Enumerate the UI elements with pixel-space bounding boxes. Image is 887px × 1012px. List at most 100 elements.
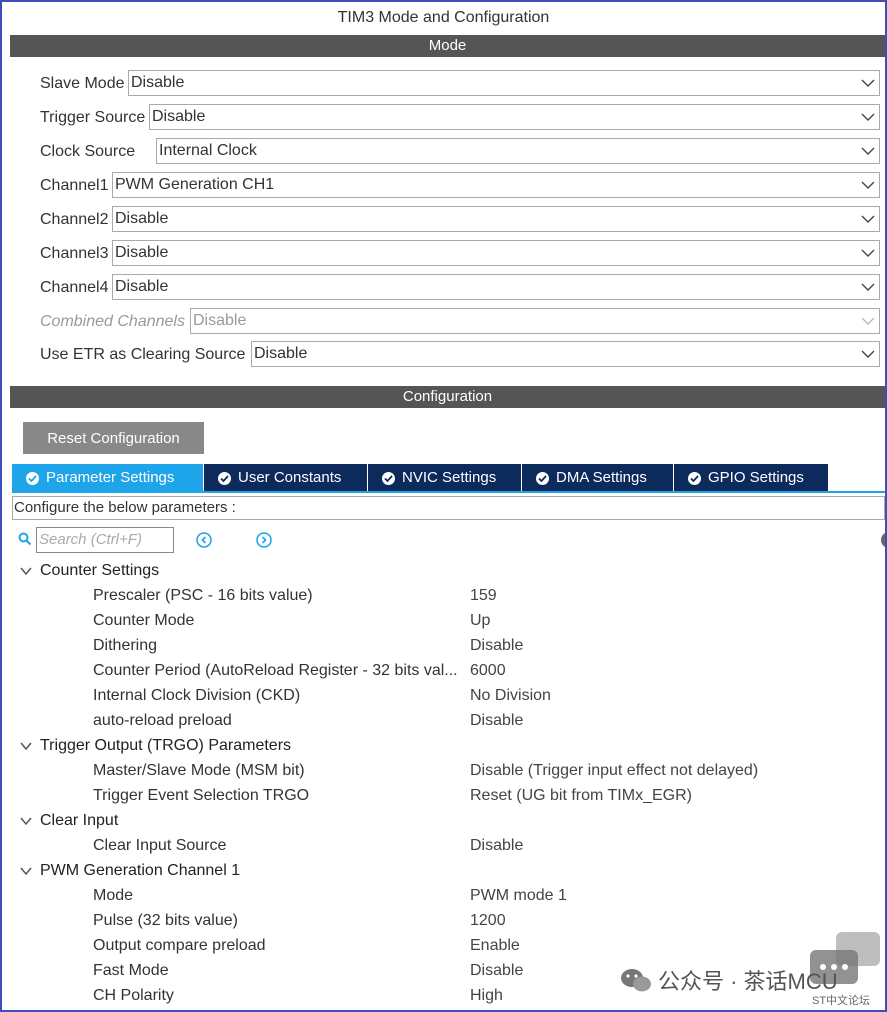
mode-field-value: Disable [131, 74, 185, 91]
parameter-value[interactable]: Disable (Trigger input effect not delaye… [470, 758, 758, 783]
parameter-row[interactable]: auto-reload preload Disable [2, 708, 885, 733]
tab-label: Parameter Settings [46, 469, 175, 486]
tab-user-constants[interactable]: User Constants [204, 464, 368, 492]
mode-field-select[interactable]: Disable [251, 341, 880, 367]
chevron-down-icon [861, 79, 875, 87]
parameter-value[interactable]: High [470, 983, 503, 1008]
parameter-value[interactable]: Disable [470, 708, 523, 733]
parameter-name: CH Polarity [93, 987, 174, 1004]
mode-field-label: Clock Source [40, 143, 136, 160]
tab-label: DMA Settings [556, 469, 647, 486]
parameter-value[interactable]: 159 [470, 583, 497, 608]
parameter-value[interactable]: Reset (UG bit from TIMx_EGR) [470, 783, 692, 808]
mode-field-row: Combined Channels Disable [40, 308, 882, 336]
tree-group[interactable]: Clear Input [2, 808, 885, 833]
mode-field-select[interactable]: Internal Clock [156, 138, 880, 164]
mode-field-value: Disable [115, 278, 169, 295]
tab-label: User Constants [238, 469, 342, 486]
mode-field-select[interactable]: Disable [149, 104, 880, 130]
parameter-row[interactable]: Counter Mode Up [2, 608, 885, 633]
chevron-down-icon[interactable] [20, 741, 32, 751]
parameter-name: auto-reload preload [93, 712, 232, 729]
mode-field-select[interactable]: PWM Generation CH1 [112, 172, 880, 198]
tree-group[interactable]: PWM Generation Channel 1 [2, 858, 885, 883]
parameter-value[interactable]: Up [470, 608, 490, 633]
parameter-row[interactable]: Output compare preload Enable [2, 933, 885, 958]
parameter-row[interactable]: Counter Period (AutoReload Register - 32… [2, 658, 885, 683]
mode-field-label: Channel3 [40, 245, 109, 262]
parameter-row[interactable]: Master/Slave Mode (MSM bit) Disable (Trig… [2, 758, 885, 783]
mode-field-label: Channel2 [40, 211, 109, 228]
mode-field-select[interactable]: Disable [128, 70, 880, 96]
tree-group[interactable]: Counter Settings [2, 558, 885, 583]
parameter-name: Dithering [93, 637, 158, 654]
mode-field-value: Disable [115, 244, 169, 261]
chevron-down-icon[interactable] [20, 566, 32, 576]
previous-result-icon[interactable] [196, 532, 212, 548]
parameter-row[interactable]: Prescaler (PSC - 16 bits value) 159 [2, 583, 885, 608]
check-circle-icon [382, 472, 395, 485]
parameter-row[interactable]: Pulse (32 bits value) 1200 [2, 908, 885, 933]
tab-dma-settings[interactable]: DMA Settings [522, 464, 674, 492]
mode-field-select[interactable]: Disable [112, 206, 880, 232]
mode-field-value: Disable [115, 210, 169, 227]
tree-group-label: Counter Settings [40, 562, 160, 579]
tab-label: NVIC Settings [402, 469, 497, 486]
parameter-row[interactable]: Internal Clock Division (CKD) No Division [2, 683, 885, 708]
chevron-down-icon [861, 181, 875, 189]
parameter-value[interactable]: Enable [470, 933, 520, 958]
check-circle-icon [688, 472, 701, 485]
mode-field-value: Internal Clock [159, 142, 257, 159]
mode-header: Mode [10, 35, 885, 57]
mode-field-row: Clock Source Internal Clock [40, 138, 882, 166]
mode-field-label: Combined Channels [40, 313, 185, 330]
parameter-row[interactable]: Trigger Event Selection TRGO Reset (UG bi… [2, 783, 885, 808]
mode-field-row: Channel2 Disable [40, 206, 882, 234]
tree-group[interactable]: Trigger Output (TRGO) Parameters [2, 733, 885, 758]
tab-underline [12, 491, 885, 493]
mode-field-label: Trigger Source [40, 109, 146, 126]
tab-gpio-settings[interactable]: GPIO Settings [674, 464, 829, 492]
parameter-row[interactable]: Clear Input Source Disable [2, 833, 885, 858]
tab-nvic-settings[interactable]: NVIC Settings [368, 464, 522, 492]
tim3-config-window: TIM3 Mode and Configuration Mode Slave M… [0, 0, 887, 1012]
mode-field-label: Channel4 [40, 279, 109, 296]
mode-field-row: Channel4 Disable [40, 274, 882, 302]
check-circle-icon [536, 472, 549, 485]
next-result-icon[interactable] [256, 532, 272, 548]
wechat-icon [621, 969, 651, 992]
parameter-name: Counter Period (AutoReload Register - 32… [93, 662, 458, 679]
mode-field-select[interactable]: Disable [112, 240, 880, 266]
chevron-down-icon[interactable] [20, 866, 32, 876]
parameter-name: Internal Clock Division (CKD) [93, 687, 301, 704]
parameter-name: Output compare preload [93, 937, 266, 954]
mode-field-value: Disable [254, 345, 308, 362]
parameter-row[interactable]: Dithering Disable [2, 633, 885, 658]
parameter-row[interactable]: Mode PWM mode 1 [2, 883, 885, 908]
search-input[interactable]: Search (Ctrl+F) [36, 527, 174, 553]
tree-group-label: PWM Generation Channel 1 [40, 862, 241, 879]
check-circle-icon [26, 472, 39, 485]
mode-field-select[interactable]: Disable [112, 274, 880, 300]
mode-field-row: Use ETR as Clearing Source Disable [40, 341, 882, 369]
parameter-value[interactable]: 6000 [470, 658, 506, 683]
parameter-value[interactable]: 1200 [470, 908, 506, 933]
scrollbar-handle[interactable] [881, 532, 885, 548]
parameter-value[interactable]: PWM mode 1 [470, 883, 567, 908]
parameter-name: Clear Input Source [93, 837, 227, 854]
mode-field-row: Channel1 PWM Generation CH1 [40, 172, 882, 200]
parameter-value[interactable]: Disable [470, 833, 523, 858]
mode-field-value: PWM Generation CH1 [115, 176, 275, 193]
tree-group-label: Trigger Output (TRGO) Parameters [40, 737, 292, 754]
parameter-value[interactable]: Disable [470, 633, 523, 658]
configuration-header: Configuration [10, 386, 885, 408]
reset-configuration-button[interactable]: Reset Configuration [23, 422, 204, 454]
configure-hint: Configure the below parameters : [12, 496, 885, 520]
parameter-value[interactable]: No Division [470, 683, 551, 708]
tab-parameter-settings[interactable]: Parameter Settings [12, 464, 204, 492]
watermark-subtext: ST中文论坛 [812, 995, 871, 1007]
search-icon [18, 532, 32, 546]
parameter-value[interactable]: Disable [470, 958, 523, 983]
mode-field-select: Disable [190, 308, 880, 334]
chevron-down-icon[interactable] [20, 816, 32, 826]
